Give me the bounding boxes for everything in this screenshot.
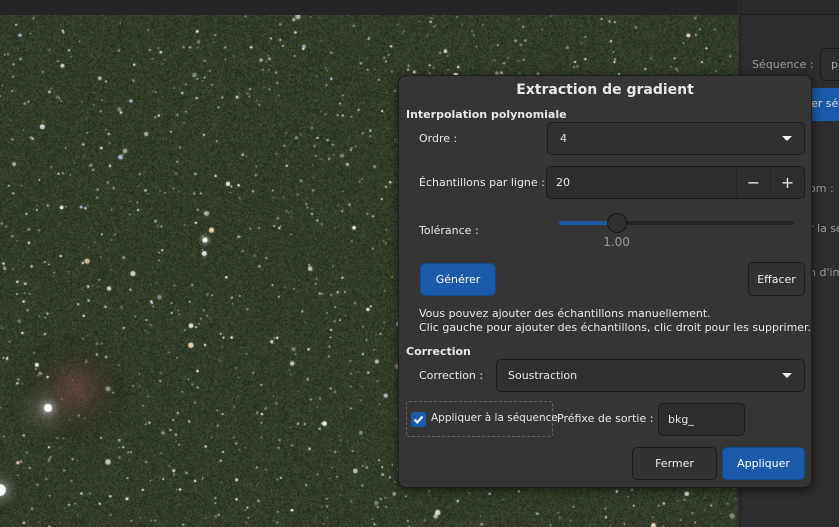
samples-value: 20: [556, 176, 570, 189]
panel-header: [741, 0, 839, 15]
correction-value: Soustraction: [508, 369, 578, 382]
partial-label-3: n d'im: [809, 266, 839, 279]
partial-label-2: r la se: [809, 222, 839, 235]
hint-line-1: Vous pouvez ajouter des échantillons man…: [419, 307, 711, 320]
tolerance-label: Tolérance :: [419, 224, 479, 237]
correction-combobox[interactable]: Soustraction: [496, 359, 805, 392]
apply-button[interactable]: Appliquer: [722, 447, 805, 480]
dropdown-arrow-icon: [782, 136, 792, 141]
decrement-button[interactable]: −: [736, 167, 770, 198]
samples-label: Échantillons par ligne :: [419, 176, 545, 189]
samples-spinbutton[interactable]: 20 − +: [546, 166, 805, 199]
prefix-value: bkg_: [668, 413, 694, 426]
increment-button[interactable]: +: [770, 167, 804, 198]
clear-button[interactable]: Effacer: [748, 262, 805, 296]
correction-heading: Correction: [406, 345, 471, 358]
hint-line-2: Clic gauche pour ajouter des échantillon…: [419, 321, 812, 334]
close-button[interactable]: Fermer: [632, 447, 717, 480]
minus-icon: −: [746, 173, 761, 192]
tolerance-slider[interactable]: 1.00: [559, 213, 794, 249]
order-value: 4: [560, 132, 567, 145]
sequence-button-label: er séq: [811, 97, 839, 110]
sequence-label: Séquence :: [752, 58, 814, 71]
dialog-title: Extraction de gradient: [516, 82, 694, 98]
gradient-extraction-dialog: Extraction de gradient Interpolation pol…: [398, 75, 812, 488]
prefix-input[interactable]: bkg_: [658, 403, 745, 436]
apply-sequence-label: Appliquer à la séquence: [431, 412, 558, 424]
dropdown-arrow-icon: [782, 373, 792, 378]
correction-label: Correction :: [419, 369, 484, 382]
tolerance-value: 1.00: [603, 235, 630, 249]
partial-label-1: om :: [809, 182, 834, 195]
prefix-label: Préfixe de sortie :: [557, 412, 654, 425]
generate-button[interactable]: Générer: [420, 263, 496, 296]
sequence-field[interactable]: p: [820, 48, 839, 81]
apply-sequence-checkbox[interactable]: Appliquer à la séquence: [406, 401, 558, 437]
sequence-value: p: [831, 58, 838, 71]
slider-thumb[interactable]: [606, 213, 627, 233]
interpolation-heading: Interpolation polynomiale: [406, 108, 567, 121]
order-combobox[interactable]: 4: [547, 122, 805, 155]
order-label: Ordre :: [419, 132, 458, 145]
checkmark-icon: [411, 412, 426, 427]
plus-icon: +: [780, 173, 795, 192]
image-toolbar: [0, 0, 738, 15]
